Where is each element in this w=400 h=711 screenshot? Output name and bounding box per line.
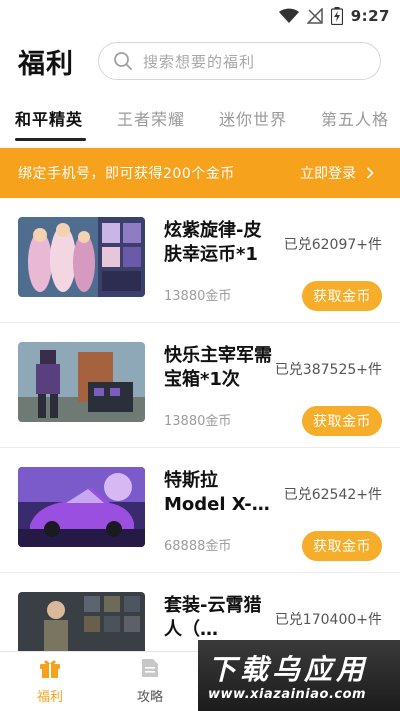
- item-image: [18, 342, 145, 422]
- status-bar: 9:27: [0, 0, 400, 32]
- watermark-text: 下载乌应用: [208, 653, 369, 686]
- nav-guide-label: 攻略: [136, 690, 163, 705]
- redeemed-count: 已兑62097+件: [283, 237, 382, 253]
- banner-message: 绑定手机号，即可获得200个金币: [18, 166, 235, 182]
- list-item[interactable]: 特斯拉Model X-… 已兑62542+件 68888金币 获取金币: [0, 448, 400, 573]
- tab-wangzhe[interactable]: 王者荣耀: [117, 106, 185, 130]
- list-item[interactable]: 快乐主宰军需宝箱*1次 已兑387525+件 13880金币 获取金币: [0, 323, 400, 448]
- document-icon: [142, 659, 158, 677]
- redeemed-count: 已兑387525+件: [274, 362, 382, 378]
- tab-mini-world[interactable]: 迷你世界: [219, 106, 287, 130]
- watermark-url: www.xiazainiao.com: [208, 687, 367, 702]
- get-coins-button[interactable]: 获取金币: [302, 531, 382, 561]
- item-image: [18, 467, 145, 547]
- item-title: 快乐主宰军需宝箱*1次: [164, 345, 272, 390]
- login-link[interactable]: 立即登录: [300, 163, 374, 183]
- item-title: 套装-云霄猎人（…: [164, 595, 262, 640]
- page-title: 福利: [18, 49, 74, 80]
- item-image: [18, 217, 145, 297]
- nav-guide[interactable]: 攻略: [120, 658, 180, 705]
- get-coins-button[interactable]: 获取金币: [302, 406, 382, 436]
- item-price: 13880金币: [164, 414, 232, 429]
- get-coins-button[interactable]: 获取金币: [302, 281, 382, 311]
- tab-identity-v[interactable]: 第五人格: [321, 106, 389, 130]
- header: 福利 搜索想要的福利: [0, 32, 400, 90]
- login-label: 立即登录: [300, 166, 356, 182]
- no-signal-icon: [306, 8, 323, 24]
- battery-charging-icon: [330, 7, 343, 25]
- nav-welfare[interactable]: 福利: [20, 658, 80, 705]
- tab-heping[interactable]: 和平精英: [15, 106, 83, 130]
- category-tabs: 和平精英 王者荣耀 迷你世界 第五人格: [0, 96, 400, 146]
- redeemed-count: 已兑62542+件: [283, 487, 382, 503]
- gift-icon: [40, 660, 60, 678]
- list-item[interactable]: 炫紫旋律-皮肤幸运币*1 已兑62097+件 13880金币 获取金币: [0, 198, 400, 323]
- chevron-right-icon: [366, 167, 374, 179]
- bind-phone-banner[interactable]: 绑定手机号，即可获得200个金币 立即登录: [0, 148, 400, 198]
- search-input[interactable]: 搜索想要的福利: [98, 42, 381, 80]
- watermark: 下载乌应用 www.xiazainiao.com: [198, 640, 400, 711]
- status-time: 9:27: [350, 7, 390, 25]
- reward-list: 炫紫旋律-皮肤幸运币*1 已兑62097+件 13880金币 获取金币 快乐主宰…: [0, 198, 400, 698]
- item-title: 炫紫旋律-皮肤幸运币*1: [164, 220, 262, 265]
- active-tab-indicator: [15, 138, 86, 141]
- item-title: 特斯拉Model X-…: [164, 470, 270, 515]
- wifi-icon: [278, 8, 299, 23]
- item-price: 13880金币: [164, 289, 232, 304]
- search-icon: [114, 52, 132, 70]
- item-price: 68888金币: [164, 539, 232, 554]
- search-placeholder: 搜索想要的福利: [143, 52, 256, 71]
- nav-welfare-label: 福利: [36, 690, 63, 705]
- redeemed-count: 已兑170400+件: [274, 612, 382, 628]
